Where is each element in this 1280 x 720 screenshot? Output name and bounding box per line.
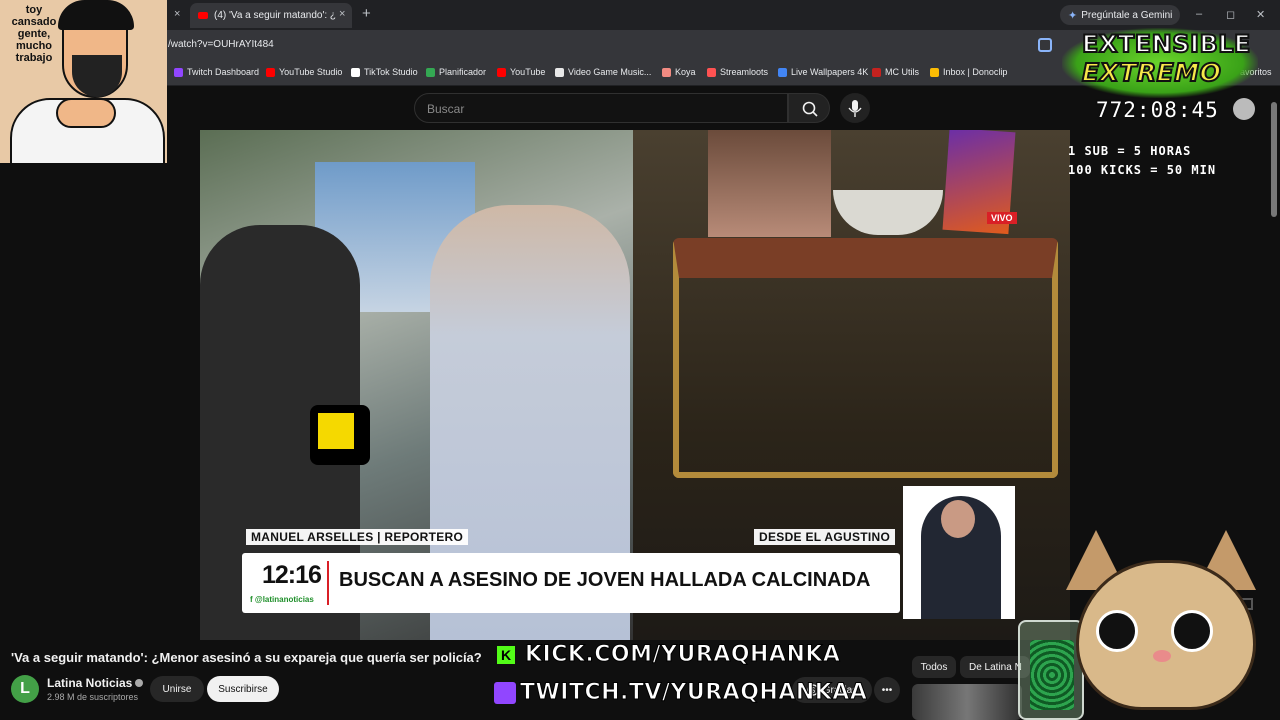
streamer-caption: toy cansado gente, mucho trabajo [11,4,57,64]
channel-name-text[interactable]: Latina Noticias [47,676,132,690]
maximize-button[interactable]: ◻ [1226,8,1235,21]
news-headline: BUSCAN A ASESINO DE JOVEN HALLADA CALCIN… [339,569,871,591]
microphone-icon [848,100,862,117]
kick-url: KICK.COM/YURAQHANKA [524,642,841,668]
gemini-sparkle-icon: ✦ [1068,9,1078,22]
verified-icon [135,679,144,687]
news-ticker: 12:16 f @latinanoticias BUSCAN A ASESINO… [242,553,900,613]
latina-logo-icon [318,413,354,449]
bookmark-twitch-dashboard[interactable]: Twitch Dashboard [174,67,259,77]
reporter-label: MANUEL ARSELLES | REPORTERO [246,529,469,545]
ticker-divider [327,561,329,605]
casket-stand [673,238,1058,478]
tab-title: (4) 'Va a seguir matando': ¿ [214,10,337,21]
calendar-icon [426,67,435,77]
streamer-avatar-overlay: toy cansado gente, mucho trabajo [0,0,167,163]
video-title: 'Va a seguir matando': ¿Menor asesinó a … [11,650,482,665]
new-tab-button[interactable]: + [362,5,371,22]
logo-line-1: EXTENSIBLE [1081,29,1251,59]
wallpaper-icon [778,67,787,77]
browser-tab-bar: × (4) 'Va a seguir matando': ¿ × + ✦ Pre… [0,0,1280,30]
kicks-rule: 100 KICKS = 50 MIN [1068,163,1217,177]
extensible-logo: EXTENSIBLE EXTREMO [1062,28,1258,98]
bookmark-mc-utils[interactable]: MC Utils [872,67,919,77]
bookmark-youtube-studio[interactable]: YouTube Studio [266,67,342,77]
kick-icon: K [497,645,515,664]
gemini-label: Pregúntale a Gemini [1081,9,1173,21]
extension-icon[interactable] [1038,38,1052,52]
subscriber-count: 2.98 M de suscriptores [47,692,139,702]
bookmark-streamloots[interactable]: Streamloots [707,67,768,77]
bookmark-live-wallpapers[interactable]: Live Wallpapers 4K [778,67,868,77]
twitch-url: TWITCH.TV/YURAQHANKAA [519,680,868,706]
search-icon [802,101,818,117]
join-button[interactable]: Unirse [150,676,204,702]
close-tab-icon[interactable]: × [339,8,345,20]
streamloots-icon [707,67,716,77]
bookmark-planificador[interactable]: Planificador [426,67,486,77]
chip-all[interactable]: Todos [912,656,956,678]
sub-rule: 1 SUB = 5 HORAS [1068,144,1192,158]
video-player[interactable]: VIVO MANUEL ARSELLES | REPORTERO DESDE E… [200,130,1070,640]
bookmark-koya[interactable]: Koya [662,67,696,77]
mc-utils-icon [872,67,881,77]
koya-icon [662,67,671,77]
more-actions-button[interactable]: ••• [874,677,900,703]
tiktok-icon [351,67,360,77]
twitch-icon [494,681,516,704]
cartoon-hair [58,0,134,30]
sign-language-interpreter [903,486,1015,619]
donoclip-icon [930,67,939,77]
cartoon-hand [56,98,116,128]
logo-line-2: EXTREMO [1081,57,1222,88]
minimize-button[interactable]: – [1196,8,1202,20]
bookmark-video-game-music[interactable]: Video Game Music... [555,67,651,77]
twitch-icon [174,67,183,77]
youtube-icon [497,67,506,77]
broadcast-clock: 12:16 [262,561,322,589]
bookmark-tiktok-studio[interactable]: TikTok Studio [351,67,418,77]
close-prev-tab-icon[interactable]: × [174,8,180,20]
subscribe-button[interactable]: Suscribirse [207,676,279,702]
cat-eye-right [1171,610,1213,652]
bookmark-youtube[interactable]: YouTube [497,67,545,77]
url-text[interactable]: /watch?v=OUHrAYIt484 [168,39,274,50]
live-badge: VIVO [987,212,1017,224]
screen: × (4) 'Va a seguir matando': ¿ × + ✦ Pre… [0,0,1280,720]
cat-nose [1153,650,1171,662]
social-handle: f @latinanoticias [250,595,314,604]
bookmark-donoclip[interactable]: Inbox | Donoclip [930,67,1007,77]
browser-tab-active[interactable]: (4) 'Va a seguir matando': ¿ [190,3,352,28]
search-button[interactable] [788,93,830,123]
twitch-link: TWITCH.TV/YURAQHANKAA [494,680,868,706]
page-scrollbar[interactable] [1271,102,1277,217]
cat-mascot-icon [1046,530,1276,720]
voice-search-button[interactable] [840,93,870,123]
recommended-thumbnail[interactable] [912,684,1022,720]
close-window-button[interactable]: ✕ [1256,8,1265,21]
memorial-photo [708,130,831,237]
channel-name[interactable]: Latina Noticias [47,676,144,690]
kick-link: K KICK.COM/YURAQHANKA [497,642,841,668]
account-avatar[interactable] [1233,98,1255,120]
interpreter-face [941,500,975,538]
cat-eye-left [1096,610,1138,652]
news-microphone [310,405,370,465]
search-input[interactable]: Buscar [414,93,788,123]
gemini-button[interactable]: ✦ Pregúntale a Gemini [1060,5,1181,25]
youtube-favicon-icon [198,12,208,19]
bowl [833,190,943,235]
youtube-studio-icon [266,67,275,77]
channel-avatar[interactable]: L [11,675,39,703]
subathon-timer: 772:08:45 [1096,98,1219,122]
music-icon [555,67,564,77]
location-label: DESDE EL AGUSTINO [754,529,896,545]
